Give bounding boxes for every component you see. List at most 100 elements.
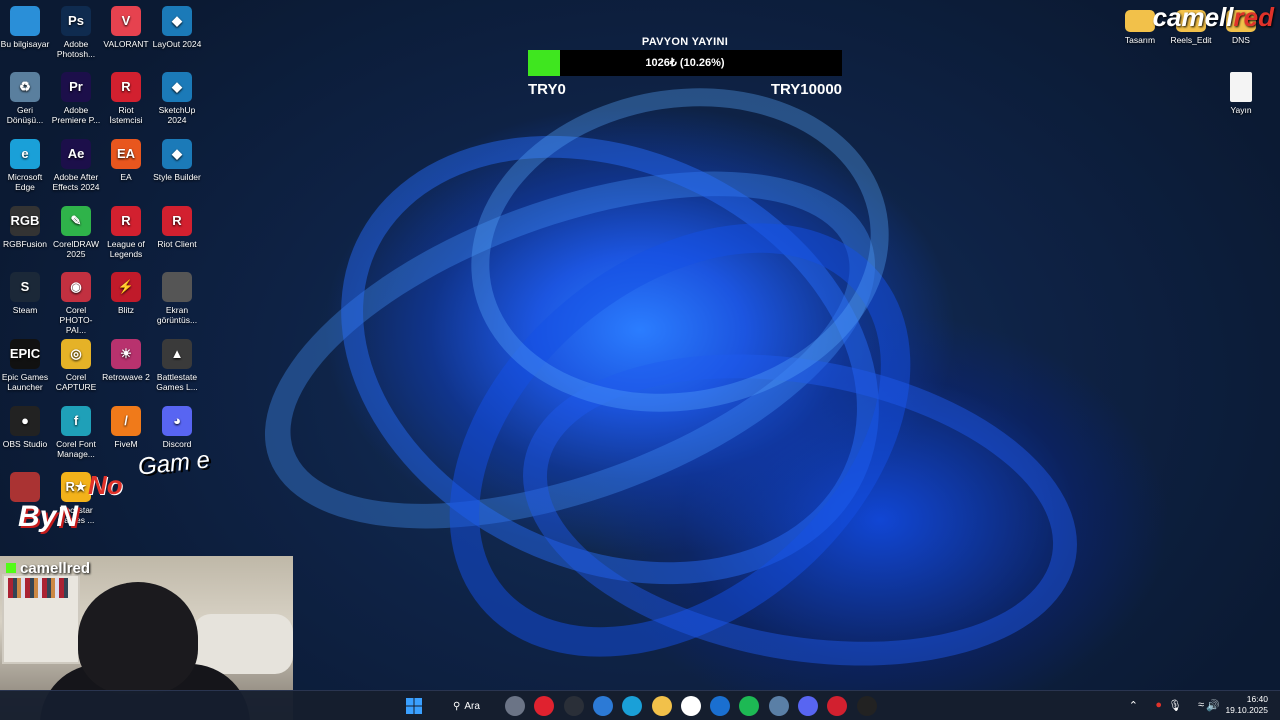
riot-client-icon: R bbox=[111, 72, 141, 102]
desktop-icon[interactable]: EA EA bbox=[101, 139, 151, 182]
desktop-icon[interactable]: ⚡ Blitz bbox=[101, 272, 151, 315]
file-explorer-icon[interactable] bbox=[652, 696, 672, 716]
desktop-icon[interactable]: R Riot Client bbox=[152, 206, 202, 249]
desktop-icon[interactable]: ◉ Corel PHOTO-PAI... bbox=[51, 272, 101, 335]
desktop-icon-label: CorelDRAW 2025 bbox=[53, 239, 99, 259]
desktop-icon-label: Adobe Premiere P... bbox=[51, 105, 101, 125]
desktop-icon-label: Blitz bbox=[117, 305, 135, 315]
sketchup-taskbar-icon[interactable] bbox=[769, 696, 789, 716]
desktop-icon[interactable]: ◆ Style Builder bbox=[152, 139, 202, 182]
desktop-icon[interactable]: ◎ Corel CAPTURE bbox=[51, 339, 101, 392]
desktop-icon-label: Steam bbox=[12, 305, 38, 315]
donation-goal-title: PAVYON YAYINI bbox=[641, 36, 729, 48]
desktop-icon[interactable]: / FiveM bbox=[101, 406, 151, 449]
corel-font-icon: f bbox=[61, 406, 91, 436]
desktop-icon[interactable]: e Microsoft Edge bbox=[0, 139, 50, 192]
retrowave-icon: ☀ bbox=[111, 339, 141, 369]
desktop-icon[interactable]: ▲ Battlestate Games L... bbox=[152, 339, 202, 392]
edge-icon: e bbox=[10, 139, 40, 169]
layout-icon: ◆ bbox=[162, 6, 192, 36]
desktop-icon[interactable]: R Riot İstemcisi bbox=[101, 72, 151, 125]
opera-gx-icon[interactable] bbox=[534, 696, 554, 716]
donation-goal-max: TRY10000 bbox=[770, 81, 842, 98]
desktop-icon-label: EA bbox=[120, 172, 132, 182]
desktop-icon[interactable]: ☀ Retrowave 2 bbox=[101, 339, 151, 382]
clock-date: 19.10.2025 bbox=[1225, 705, 1268, 715]
desktop-icon-yayin[interactable]: Yayın bbox=[1216, 72, 1266, 115]
desktop-icon[interactable]: Ekran görüntüs... bbox=[152, 272, 202, 325]
donation-goal-bar: 1026₺ (10.26%) bbox=[528, 50, 842, 76]
webcam-person-head bbox=[78, 582, 198, 694]
obs-icon: ● bbox=[10, 406, 40, 436]
desktop-icon[interactable]: ◕ Discord bbox=[152, 406, 202, 449]
desktop-icon-label: Corel Font Manage... bbox=[56, 439, 96, 459]
desktop-icon[interactable]: Bu bilgisayar bbox=[0, 6, 50, 49]
steam-icon: S bbox=[10, 272, 40, 302]
desktop-icon[interactable]: ◆ LayOut 2024 bbox=[152, 6, 202, 49]
circle-app-icon[interactable] bbox=[564, 696, 584, 716]
riot-client-icon: R bbox=[162, 206, 192, 236]
league-icon: R bbox=[111, 206, 141, 236]
spotify-icon[interactable] bbox=[739, 696, 759, 716]
task-view-icon[interactable] bbox=[505, 696, 525, 716]
desktop-icon-label: Yayın bbox=[1230, 105, 1252, 115]
taskbar-clock[interactable]: 16:40 19.10.2025 bbox=[1225, 694, 1268, 716]
volume-icon[interactable]: 🔊 bbox=[1206, 699, 1220, 712]
discord-taskbar-icon[interactable] bbox=[798, 696, 818, 716]
rockstar-icon: R★ bbox=[61, 472, 91, 502]
overlay-byn-text: ByN bbox=[18, 500, 79, 533]
photoshop-icon: Ps bbox=[61, 6, 91, 36]
after-effects-icon: Ae bbox=[61, 139, 91, 169]
desktop-icon-label: League of Legends bbox=[107, 239, 145, 259]
stream-logo: camellred bbox=[1153, 2, 1274, 33]
desktop-icon[interactable]: ◆ SketchUp 2024 bbox=[152, 72, 202, 125]
desktop-icon[interactable]: RGB RGBFusion bbox=[0, 206, 50, 249]
donation-goal-amount: 1026₺ (10.26%) bbox=[645, 57, 725, 69]
riot-taskbar-icon[interactable] bbox=[827, 696, 847, 716]
store-app-icon[interactable] bbox=[593, 696, 613, 716]
desktop-icon[interactable]: S Steam bbox=[0, 272, 50, 315]
fivem-icon: / bbox=[111, 406, 141, 436]
ea-icon: EA bbox=[111, 139, 141, 169]
desktop-icon-label: OBS Studio bbox=[2, 439, 48, 449]
webcam-handle: camellred bbox=[6, 560, 90, 577]
desktop-icon-label: VALORANT bbox=[103, 39, 149, 49]
chevron-up-icon[interactable]: ⌃ bbox=[1129, 699, 1138, 712]
desktop-icon-label: Corel PHOTO-PAI... bbox=[59, 305, 93, 335]
desktop-icon[interactable]: Ps Adobe Photosh... bbox=[51, 6, 101, 59]
discord-icon: ◕ bbox=[162, 406, 192, 436]
start-button[interactable] bbox=[404, 696, 424, 716]
overlay-no-text: No bbox=[88, 470, 123, 500]
desktop-icon[interactable]: ✎ CorelDRAW 2025 bbox=[51, 206, 101, 259]
computer-icon bbox=[10, 6, 40, 36]
desktop-icon[interactable]: Ae Adobe After Effects 2024 bbox=[51, 139, 101, 192]
webcam-handle-text: camellred bbox=[20, 560, 91, 577]
desktop-icon[interactable]: Pr Adobe Premiere P... bbox=[51, 72, 101, 125]
coreldraw-icon: ✎ bbox=[61, 206, 91, 236]
desktop-icon-label: SketchUp 2024 bbox=[158, 105, 196, 125]
desktop-icon[interactable]: R League of Legends bbox=[101, 206, 151, 259]
mail-icon[interactable] bbox=[710, 696, 730, 716]
webcam-pillow bbox=[193, 614, 293, 674]
desktop-icon[interactable]: ● OBS Studio bbox=[0, 406, 50, 449]
desktop-icon-label: LayOut 2024 bbox=[152, 39, 202, 49]
obs-taskbar-icon[interactable] bbox=[857, 696, 877, 716]
windows-logo-icon bbox=[406, 698, 422, 714]
tray-app-icon[interactable]: ● bbox=[1155, 699, 1162, 711]
wifi-icon[interactable]: ≈ bbox=[1198, 699, 1204, 711]
corel-photopaint-icon: ◉ bbox=[61, 272, 91, 302]
edge-taskbar-icon[interactable] bbox=[622, 696, 642, 716]
taskbar-search-button[interactable]: ⚲ Ara bbox=[445, 697, 501, 715]
microsoft-store-icon[interactable] bbox=[681, 696, 701, 716]
desktop-icon[interactable]: EPIC Epic Games Launcher bbox=[0, 339, 50, 392]
desktop-icon[interactable]: f Corel Font Manage... bbox=[51, 406, 101, 459]
clock-time: 16:40 bbox=[1246, 694, 1268, 704]
desktop-icon[interactable]: V VALORANT bbox=[101, 6, 151, 49]
sketchup-icon: ◆ bbox=[162, 72, 192, 102]
desktop-icon-label: Epic Games Launcher bbox=[1, 372, 49, 392]
desktop-icon-label: Tasarım bbox=[1124, 35, 1156, 45]
folder-icon bbox=[1125, 10, 1155, 32]
corel-capture-icon: ◎ bbox=[61, 339, 91, 369]
desktop-icon[interactable]: ♻ Geri Dönüşü... bbox=[0, 72, 50, 125]
microphone-icon[interactable]: 🎙 bbox=[1168, 699, 1182, 712]
